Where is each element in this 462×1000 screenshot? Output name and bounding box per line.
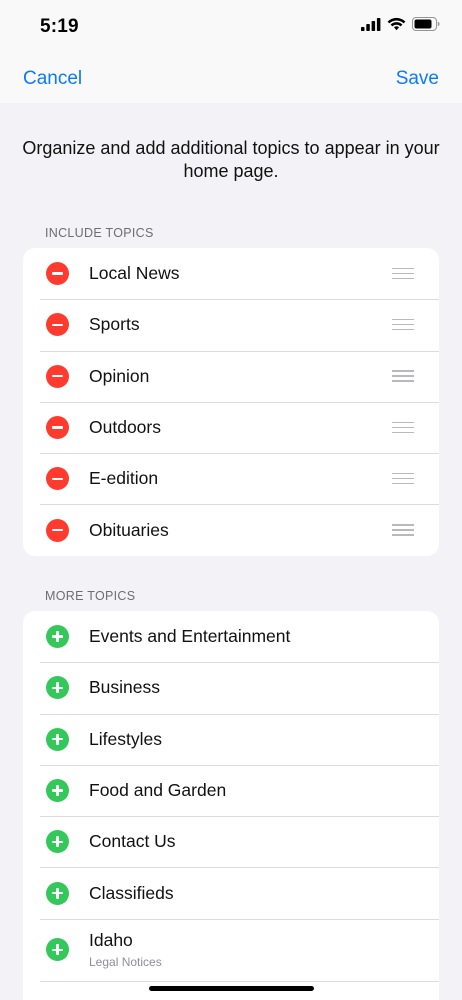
save-button[interactable]: Save (396, 68, 439, 90)
minus-icon (52, 272, 63, 275)
add-button[interactable] (46, 779, 69, 803)
list-item: Business (23, 662, 439, 713)
topic-label: Food and Garden (89, 780, 227, 801)
drag-handle-icon[interactable] (392, 370, 414, 382)
plus-icon (52, 631, 63, 643)
list-item: Food and Garden (23, 764, 439, 816)
list-item: Contact Us (23, 816, 439, 867)
add-button[interactable] (46, 938, 69, 962)
list-item: Opinion (23, 350, 439, 402)
include-topics-header: INCLUDE TOPICS (45, 226, 154, 240)
remove-button[interactable] (46, 313, 69, 337)
plus-icon (52, 785, 63, 797)
battery-icon (412, 17, 440, 31)
remove-button[interactable] (46, 467, 69, 491)
drag-handle-icon[interactable] (392, 421, 414, 434)
minus-icon (52, 323, 63, 327)
remove-button[interactable] (46, 518, 69, 542)
drag-handle-icon[interactable] (392, 524, 414, 536)
minus-icon (52, 426, 63, 429)
topic-label: Local News (89, 263, 180, 284)
home-indicator (149, 986, 314, 991)
list-item: Outdoors (23, 401, 439, 453)
drag-handle-icon[interactable] (392, 472, 414, 485)
list-item: Obituaries (23, 504, 439, 555)
cellular-signal-icon (361, 17, 381, 31)
plus-icon (52, 887, 63, 899)
plus-icon (52, 682, 63, 694)
add-button[interactable] (46, 676, 69, 700)
include-topics-list: Local News Sports Opinion Outdoors E-edi… (23, 248, 439, 556)
add-button[interactable] (46, 727, 69, 751)
topic-label: Outdoors (89, 417, 161, 438)
list-item: Local News (23, 248, 439, 299)
status-time: 5:19 (40, 16, 79, 37)
topic-label: Classifieds (89, 882, 174, 903)
wifi-icon (387, 17, 406, 31)
topic-label: Business (89, 677, 161, 698)
status-icons (361, 17, 440, 31)
remove-button[interactable] (46, 364, 69, 388)
add-button[interactable] (46, 625, 69, 649)
nav-bar: Cancel Save (0, 56, 462, 103)
minus-icon (52, 374, 63, 378)
topic-label: E-edition (89, 468, 159, 489)
minus-icon (52, 528, 63, 532)
topic-label: Opinion (89, 365, 150, 386)
plus-icon (52, 733, 63, 745)
more-topics-list: Events and Entertainment Business Lifest… (23, 611, 439, 1000)
add-button[interactable] (46, 830, 69, 854)
list-item: Lifestyles (23, 713, 439, 765)
topic-sublabel: Legal Notices (89, 954, 162, 969)
list-item: Classifieds (23, 867, 439, 918)
minus-icon (52, 477, 63, 481)
remove-button[interactable] (46, 416, 69, 440)
more-topics-header: MORE TOPICS (45, 589, 136, 603)
status-bar: 5:19 (0, 0, 462, 56)
drag-handle-icon[interactable] (392, 267, 414, 280)
list-item: Events and Entertainment (23, 611, 439, 662)
cancel-button[interactable]: Cancel (23, 68, 82, 90)
add-button[interactable] (46, 881, 69, 905)
topic-label: Lifestyles (89, 728, 162, 749)
plus-icon (52, 944, 63, 956)
intro-text: Organize and add additional topics to ap… (22, 138, 440, 181)
remove-button[interactable] (46, 262, 69, 286)
list-item: Sports (23, 299, 439, 350)
topic-label: Contact Us (89, 831, 176, 852)
list-item: Idaho Legal Notices (23, 918, 439, 981)
topic-label: Obituaries (89, 519, 169, 540)
topic-label: Sports (89, 314, 140, 335)
drag-handle-icon[interactable] (392, 318, 414, 331)
plus-icon (52, 836, 63, 848)
topic-label: Idaho (89, 929, 133, 950)
list-item: E-edition (23, 453, 439, 504)
topic-label: Events and Entertainment (89, 626, 291, 647)
